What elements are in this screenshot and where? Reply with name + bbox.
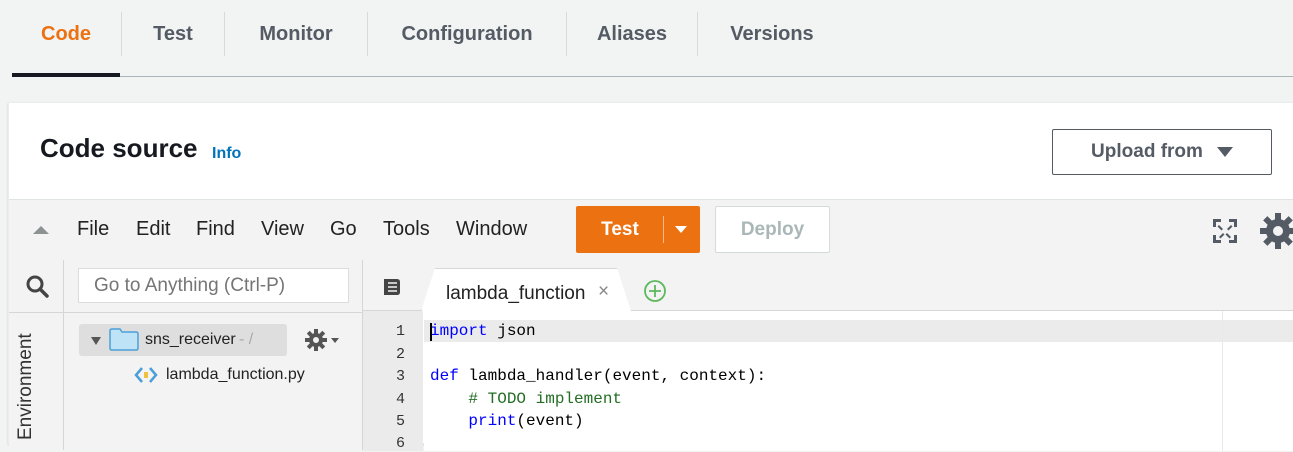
tab-aliases[interactable]: Aliases xyxy=(567,12,697,56)
editor-tab-lambda-function[interactable]: lambda_function × xyxy=(421,268,631,311)
upload-from-button[interactable]: Upload from xyxy=(1052,129,1272,175)
line-number: 1 xyxy=(395,323,405,340)
python-file-icon xyxy=(134,367,158,383)
code-editor[interactable]: import json def lambda_handler(event, co… xyxy=(424,311,1293,451)
active-line-highlight xyxy=(424,320,1293,342)
search-icon[interactable] xyxy=(25,274,49,298)
active-tab-indicator xyxy=(12,73,120,77)
code-line: def lambda_handler(event, context): xyxy=(430,367,766,385)
menu-find[interactable]: Find xyxy=(196,218,235,241)
menu-go[interactable]: Go xyxy=(330,218,357,241)
close-icon[interactable]: × xyxy=(598,281,609,303)
folder-sns-receiver[interactable]: sns_receiver - / xyxy=(79,324,287,356)
tab-code[interactable]: Code xyxy=(12,12,120,56)
line-number: 2 xyxy=(395,346,405,363)
code-text: json xyxy=(487,322,536,340)
folder-icon xyxy=(109,328,139,351)
info-link[interactable]: Info xyxy=(212,145,241,163)
folder-path: - / xyxy=(239,331,254,348)
editor-tab-label: lambda_function xyxy=(446,283,586,304)
menu-tools[interactable]: Tools xyxy=(383,218,430,241)
tab-versions[interactable]: Versions xyxy=(698,12,846,56)
code-comment: # TODO implement xyxy=(430,390,623,408)
upload-from-label: Upload from xyxy=(1091,141,1203,162)
code-line: import json xyxy=(430,322,536,340)
test-split-button: Test xyxy=(576,206,700,253)
keyword: import xyxy=(430,322,488,340)
file-tree-pane: sns_receiver - / lambda_function.p xyxy=(64,260,363,450)
file-name: lambda_function.py xyxy=(166,366,305,383)
code-line: print(event) xyxy=(430,412,584,430)
tabs-menu-icon[interactable] xyxy=(381,278,401,296)
code-text: (event) xyxy=(516,412,584,430)
code-text: lambda_handler(event, context): xyxy=(458,367,767,385)
menu-window[interactable]: Window xyxy=(456,218,527,241)
settings-gear-icon[interactable] xyxy=(1259,212,1293,250)
line-number-gutter: 1 2 3 4 5 6 xyxy=(363,311,423,452)
environment-tab[interactable]: Environment xyxy=(15,333,37,440)
function-tabs: Code Test Monitor Configuration Aliases … xyxy=(0,0,1293,78)
fullscreen-icon[interactable] xyxy=(1212,218,1238,244)
editor-tab-bar: lambda_function × xyxy=(363,260,1293,311)
line-number: 5 xyxy=(395,413,405,430)
panel-title: Code source xyxy=(40,133,198,163)
ide-left-rail: Environment xyxy=(9,260,64,450)
tree-divider xyxy=(64,312,362,313)
line-number: 4 xyxy=(395,391,405,408)
menu-view[interactable]: View xyxy=(261,218,304,241)
menu-edit[interactable]: Edit xyxy=(136,218,170,241)
collapse-arrow-icon[interactable] xyxy=(33,226,49,234)
go-to-anything-input[interactable] xyxy=(78,268,349,303)
test-button[interactable]: Test xyxy=(576,206,664,253)
ide-toolbar: File Edit Find View Go Tools Window Test… xyxy=(9,199,1293,261)
builtin-function: print xyxy=(468,412,517,430)
folder-name: sns_receiver xyxy=(145,331,236,348)
line-number: 6 xyxy=(395,435,405,452)
keyword: def xyxy=(430,367,459,385)
expand-caret-icon[interactable] xyxy=(91,337,101,345)
test-dropdown-button[interactable] xyxy=(664,206,700,253)
rail-divider xyxy=(9,312,63,313)
chevron-down-icon xyxy=(675,226,687,233)
deploy-button[interactable]: Deploy xyxy=(715,206,830,253)
tab-test[interactable]: Test xyxy=(122,12,224,56)
code-source-panel: Code source Info Upload from File Edit F… xyxy=(8,102,1293,452)
tab-configuration[interactable]: Configuration xyxy=(368,12,566,56)
add-tab-icon[interactable] xyxy=(643,279,667,303)
menu-file[interactable]: File xyxy=(77,218,109,241)
tabs-baseline xyxy=(12,76,1293,77)
print-margin xyxy=(1222,311,1223,451)
code-line: # TODO implement xyxy=(430,390,622,408)
line-number: 3 xyxy=(395,368,405,385)
text-cursor xyxy=(430,323,432,341)
tab-monitor[interactable]: Monitor xyxy=(225,12,367,56)
caret-down-icon xyxy=(1216,147,1233,157)
gear-icon[interactable] xyxy=(305,328,341,352)
